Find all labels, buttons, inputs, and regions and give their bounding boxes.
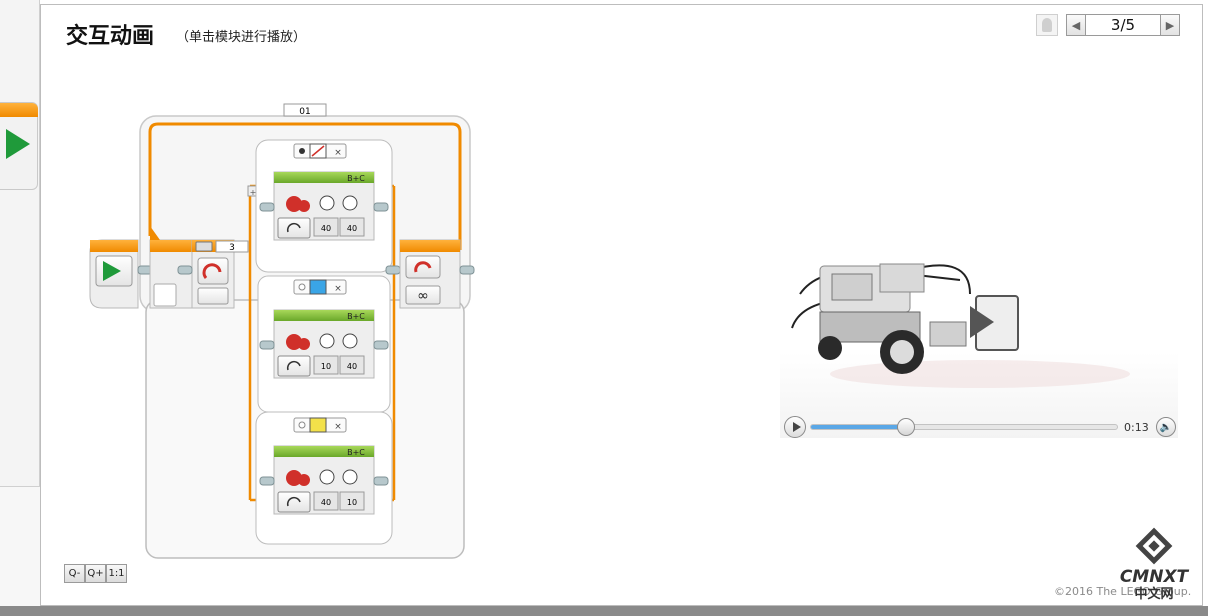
- switch-case-3[interactable]: × B+C 40 10: [255, 411, 393, 545]
- loop-label: 01: [299, 107, 310, 117]
- speaker-icon: 🔈: [1159, 421, 1173, 433]
- case2-value2[interactable]: 40: [347, 362, 357, 371]
- case3-value1[interactable]: 40: [321, 498, 331, 507]
- case2-value1[interactable]: 10: [321, 362, 331, 371]
- robot-video-frame: [791, 263, 1130, 388]
- zoom-controls: Q- Q+ 1:1: [64, 564, 127, 583]
- case1-port-label: B+C: [347, 174, 365, 183]
- video-player[interactable]: [780, 224, 1178, 438]
- case1-value1[interactable]: 40: [321, 224, 331, 233]
- blue-color-icon: [309, 279, 327, 295]
- svg-text:+: +: [250, 188, 257, 197]
- case3-value2[interactable]: 10: [347, 498, 357, 507]
- case2-port-label: B+C: [347, 312, 365, 321]
- video-play-button[interactable]: [784, 416, 806, 438]
- video-scrubber-handle[interactable]: [896, 418, 915, 436]
- zoom-in-button[interactable]: Q+: [85, 564, 106, 583]
- switch-case-1[interactable]: × B+C 40 40: [255, 139, 393, 273]
- case1-value2[interactable]: 40: [347, 224, 357, 233]
- video-time: 0:13: [1124, 420, 1149, 434]
- switch-case-2[interactable]: × B+C 10 40: [257, 275, 391, 413]
- cmnxt-logo: CMNXT 中文网: [1120, 524, 1190, 602]
- close-icon[interactable]: ×: [334, 422, 342, 432]
- video-progress-track[interactable]: [810, 418, 1118, 436]
- loop-counter: 3: [229, 243, 235, 253]
- zoom-reset-button[interactable]: 1:1: [106, 564, 127, 583]
- close-icon[interactable]: ×: [334, 148, 342, 158]
- video-controls: 0:13 🔈: [784, 414, 1178, 440]
- volume-button[interactable]: 🔈: [1156, 417, 1176, 437]
- yellow-color-icon: [309, 417, 327, 433]
- close-icon[interactable]: ×: [334, 284, 342, 294]
- video-progress-fill: [811, 425, 906, 429]
- logo-text: CMNXT: [1120, 567, 1190, 587]
- infinity-icon: ∞: [417, 288, 429, 304]
- logo-subtext: 中文网: [1134, 586, 1173, 602]
- zoom-out-button[interactable]: Q-: [64, 564, 85, 583]
- case3-port-label: B+C: [347, 448, 365, 457]
